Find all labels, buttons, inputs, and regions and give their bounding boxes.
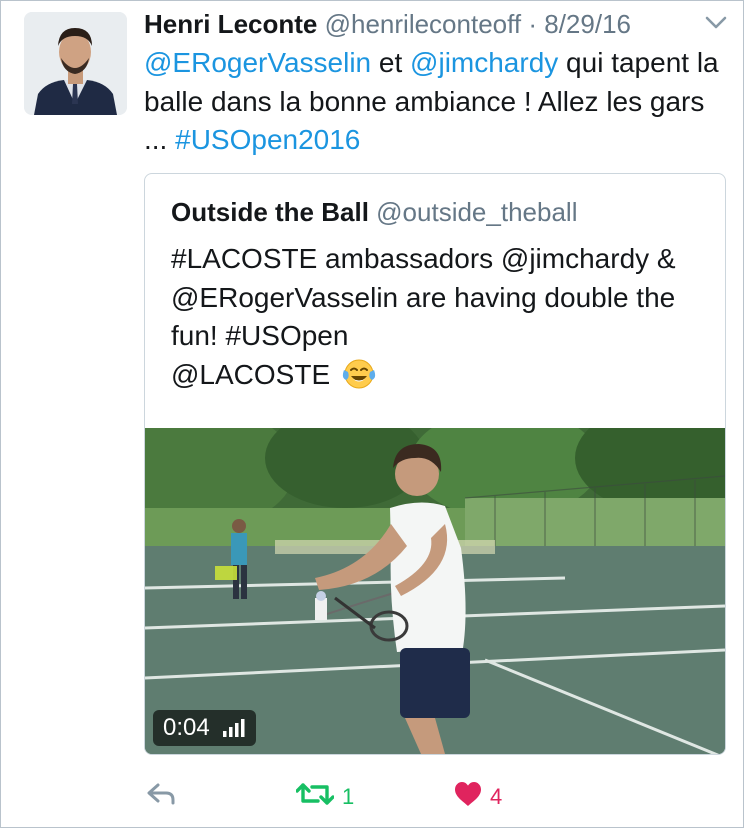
quoted-text: #LACOSTE ambassadors @jimchardy & @ERoge…	[171, 240, 711, 400]
quoted-text-line: #LACOSTE ambassadors @jimchardy & @ERoge…	[171, 243, 676, 351]
tweet-header: Henri Leconte @henrileconteoff · 8/29/16	[144, 8, 631, 40]
tweet-text-part: et	[371, 47, 411, 78]
like-count: 4	[490, 784, 503, 809]
author-handle[interactable]: @henrileconteoff	[325, 9, 522, 39]
quoted-author-handle[interactable]: @outside_theball	[376, 197, 577, 227]
signal-bars-icon	[222, 719, 246, 737]
tweet-date[interactable]: 8/29/16	[544, 9, 631, 39]
video-player[interactable]: 0:04	[145, 428, 725, 754]
mention-link[interactable]: @jimchardy	[410, 47, 558, 78]
tweet-text: @ERogerVasselin et @jimchardy qui tapent…	[144, 44, 734, 160]
tweet-actions: 1 4	[144, 780, 724, 814]
like-button[interactable]: 4	[454, 780, 502, 814]
quoted-text-last: @LACOSTE	[171, 356, 711, 401]
reply-icon	[146, 782, 176, 812]
hashtag-link[interactable]: #USOpen2016	[175, 124, 360, 155]
reply-button[interactable]	[146, 780, 176, 814]
separator-dot: ·	[528, 9, 538, 39]
retweet-count: 1	[342, 784, 355, 809]
chevron-down-icon[interactable]	[705, 15, 727, 31]
author-name[interactable]: Henri Leconte	[144, 9, 317, 39]
mention-link[interactable]: @ERogerVasselin	[144, 47, 371, 78]
video-frame	[145, 428, 725, 754]
video-duration-badge: 0:04	[153, 710, 256, 746]
heart-icon	[454, 781, 482, 813]
retweet-icon	[295, 781, 335, 813]
avatar[interactable]	[24, 12, 127, 115]
quoted-text-line: @LACOSTE	[171, 358, 331, 390]
quoted-author-name[interactable]: Outside the Ball	[171, 197, 369, 227]
quoted-header: Outside the Ball @outside_theball	[171, 196, 577, 228]
video-duration: 0:04	[163, 714, 210, 741]
retweet-button[interactable]: 1	[295, 780, 355, 814]
quoted-tweet-card[interactable]: Outside the Ball @outside_theball #LACOS…	[144, 173, 726, 755]
face-with-tears-of-joy-icon	[342, 358, 376, 401]
